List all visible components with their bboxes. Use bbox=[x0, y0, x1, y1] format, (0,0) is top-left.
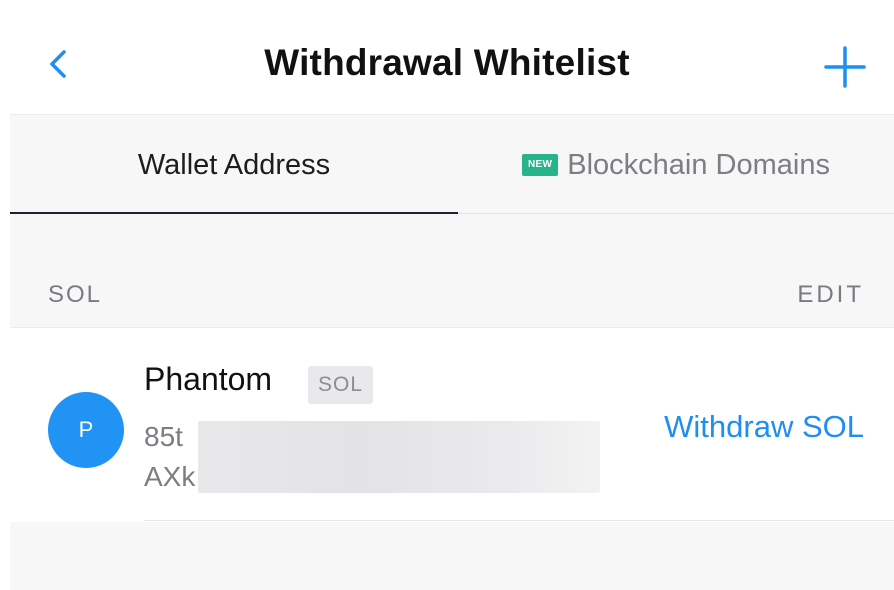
section-header: SOL EDIT bbox=[10, 254, 894, 328]
tab-label: Wallet Address bbox=[137, 148, 331, 181]
add-address-button[interactable] bbox=[822, 44, 868, 90]
tab-blockchain-domains[interactable]: NEW Blockchain Domains bbox=[458, 115, 894, 215]
section-spacer bbox=[10, 214, 894, 254]
address-line-1: 85t bbox=[144, 421, 183, 452]
address-line-2: AXk bbox=[144, 461, 196, 492]
wallet-name: Phantom bbox=[144, 361, 273, 397]
page-title: Withdrawal Whitelist bbox=[264, 42, 630, 83]
whitelist-address-item[interactable]: P Phantom SOL 85t AXk Withdraw SOL bbox=[0, 329, 894, 521]
tab-label: Blockchain Domains bbox=[567, 148, 830, 181]
coin-tag: SOL bbox=[308, 366, 374, 404]
tab-bar: Wallet Address NEW Blockchain Domains bbox=[10, 114, 894, 216]
row-divider bbox=[144, 520, 894, 521]
new-badge: NEW bbox=[522, 154, 559, 176]
tab-wallet-address[interactable]: Wallet Address bbox=[10, 115, 458, 216]
avatar-letter: P bbox=[78, 417, 94, 442]
plus-icon bbox=[824, 46, 866, 88]
navigation-header: Withdrawal Whitelist bbox=[0, 0, 894, 114]
avatar: P bbox=[48, 392, 124, 468]
section-title: SOL bbox=[48, 281, 103, 308]
address-redaction bbox=[198, 421, 600, 493]
edit-button[interactable]: EDIT bbox=[797, 281, 864, 309]
empty-list-area bbox=[10, 522, 894, 590]
withdraw-button[interactable]: Withdraw SOL bbox=[664, 409, 864, 445]
